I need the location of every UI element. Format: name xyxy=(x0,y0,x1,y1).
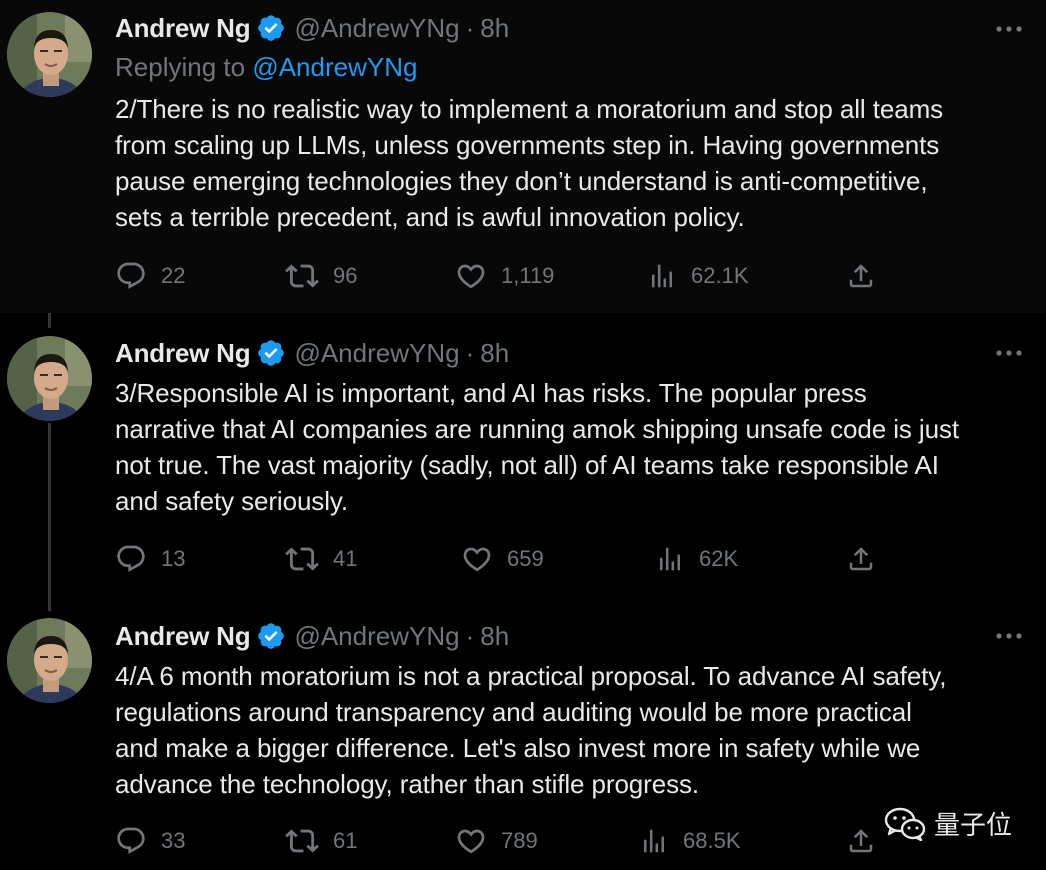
views-icon xyxy=(652,264,672,288)
retweet-button[interactable]: 61 xyxy=(285,824,357,858)
reply-count: 13 xyxy=(161,546,186,571)
author-name[interactable]: Andrew Ng xyxy=(115,13,251,44)
view-count: 68.5K xyxy=(683,828,741,853)
timestamp[interactable]: 8h xyxy=(480,338,509,369)
verified-badge-icon xyxy=(256,338,286,368)
like-button[interactable]: 659 xyxy=(461,542,544,576)
watermark: 量子位 xyxy=(884,805,1012,842)
wechat-icon xyxy=(884,807,926,841)
separator-dot: · xyxy=(465,337,475,368)
tweet-text-line: and safety seriously. xyxy=(115,486,348,516)
like-count: 789 xyxy=(501,828,538,853)
reply-button[interactable]: 13 xyxy=(115,542,185,576)
tweet-actions: 33 61 789 68.5K xyxy=(115,824,895,858)
tweet-actions: 22 96 1,119 62.1K xyxy=(115,259,895,293)
tweet-text-line: advance the technology, rather than stif… xyxy=(115,769,700,799)
tweet-text: 2/There is no realistic way to implement… xyxy=(115,91,1035,235)
reply-icon xyxy=(117,545,145,572)
avatar[interactable] xyxy=(7,336,92,421)
heart-icon xyxy=(457,264,485,289)
view-count: 62K xyxy=(699,546,739,571)
separator-dot: · xyxy=(465,620,475,651)
views-icon xyxy=(644,829,664,853)
verified-badge-icon xyxy=(256,13,286,43)
tweet[interactable]: Andrew Ng @AndrewYNg · 8h 3/Responsible … xyxy=(0,313,1046,600)
share-icon xyxy=(849,264,873,288)
tweet-header: Andrew Ng @AndrewYNg · 8h xyxy=(115,336,1046,370)
views-button[interactable]: 68.5K xyxy=(639,824,741,858)
tweet-text: 4/A 6 month moratorium is not a practica… xyxy=(115,658,1035,802)
more-icon[interactable] xyxy=(994,629,1024,643)
tweet-actions: 13 41 659 62K xyxy=(115,542,895,576)
like-count: 1,119 xyxy=(501,263,555,288)
timestamp[interactable]: 8h xyxy=(480,621,509,652)
avatar[interactable] xyxy=(7,618,92,703)
author-name[interactable]: Andrew Ng xyxy=(115,621,251,652)
share-icon xyxy=(849,547,873,571)
author-handle[interactable]: @AndrewYNg xyxy=(294,13,459,44)
more-icon[interactable] xyxy=(994,22,1024,36)
retweet-button[interactable]: 41 xyxy=(285,542,357,576)
views-button[interactable]: 62.1K xyxy=(647,259,749,293)
tweet-text-line: pause emerging technologies they don’t u… xyxy=(115,166,928,196)
tweet-text-line: 3/Responsible AI is important, and AI ha… xyxy=(115,378,867,408)
timestamp[interactable]: 8h xyxy=(480,13,509,44)
verified-badge-icon xyxy=(256,621,286,651)
tweet-header: Andrew Ng @AndrewYNg · 8h xyxy=(115,619,1046,653)
more-icon[interactable] xyxy=(994,346,1024,360)
heart-icon xyxy=(463,547,491,572)
tweet-text-line: not true. The vast majority (sadly, not … xyxy=(115,450,939,480)
replying-to: Replying to @AndrewYNg xyxy=(115,52,417,83)
tweet-text-line: 2/There is no realistic way to implement… xyxy=(115,94,944,124)
share-button[interactable] xyxy=(846,824,876,858)
share-button[interactable] xyxy=(846,259,876,293)
reply-icon xyxy=(117,262,145,289)
tweet[interactable]: Andrew Ng @AndrewYNg · 8h Replying to @A… xyxy=(0,0,1046,313)
like-button[interactable]: 1,119 xyxy=(455,259,554,293)
retweet-icon xyxy=(285,547,319,571)
retweet-icon xyxy=(285,264,319,288)
watermark-text: 量子位 xyxy=(933,811,1012,841)
tweet-text-line: and make a bigger difference. Let's also… xyxy=(115,733,921,763)
reply-button[interactable]: 33 xyxy=(115,824,185,858)
like-count: 659 xyxy=(507,546,544,571)
views-icon xyxy=(660,547,680,571)
reply-count: 22 xyxy=(161,263,186,288)
reply-button[interactable]: 22 xyxy=(115,259,185,293)
separator-dot: · xyxy=(465,12,475,43)
retweet-count: 61 xyxy=(333,828,358,853)
share-button[interactable] xyxy=(846,542,876,576)
author-handle[interactable]: @AndrewYNg xyxy=(294,621,459,652)
author-name[interactable]: Andrew Ng xyxy=(115,338,251,369)
share-icon xyxy=(849,829,873,853)
like-button[interactable]: 789 xyxy=(455,824,538,858)
view-count: 62.1K xyxy=(691,263,749,288)
tweet-text-line: from scaling up LLMs, unless governments… xyxy=(115,130,940,160)
reply-icon xyxy=(117,827,145,854)
retweet-count: 96 xyxy=(333,263,358,288)
mention-link[interactable]: @AndrewYNg xyxy=(252,52,417,82)
reply-count: 33 xyxy=(161,828,186,853)
retweet-count: 41 xyxy=(333,546,358,571)
author-handle[interactable]: @AndrewYNg xyxy=(294,338,459,369)
tweet-thread: Andrew Ng @AndrewYNg · 8h Replying to @A… xyxy=(0,0,1046,870)
retweet-icon xyxy=(285,829,319,853)
tweet-header: Andrew Ng @AndrewYNg · 8h xyxy=(115,11,1046,45)
heart-icon xyxy=(457,829,485,854)
tweet-text-line: narrative that AI companies are running … xyxy=(115,414,959,444)
tweet-text-line: regulations around transparency and audi… xyxy=(115,697,912,727)
tweet-text-line: 4/A 6 month moratorium is not a practica… xyxy=(115,661,947,691)
tweet-text-line: sets a terrible precedent, and is awful … xyxy=(115,202,745,232)
avatar[interactable] xyxy=(7,12,92,97)
replying-prefix: Replying to xyxy=(115,52,246,82)
tweet-text: 3/Responsible AI is important, and AI ha… xyxy=(115,375,1035,519)
views-button[interactable]: 62K xyxy=(655,542,738,576)
retweet-button[interactable]: 96 xyxy=(285,259,357,293)
